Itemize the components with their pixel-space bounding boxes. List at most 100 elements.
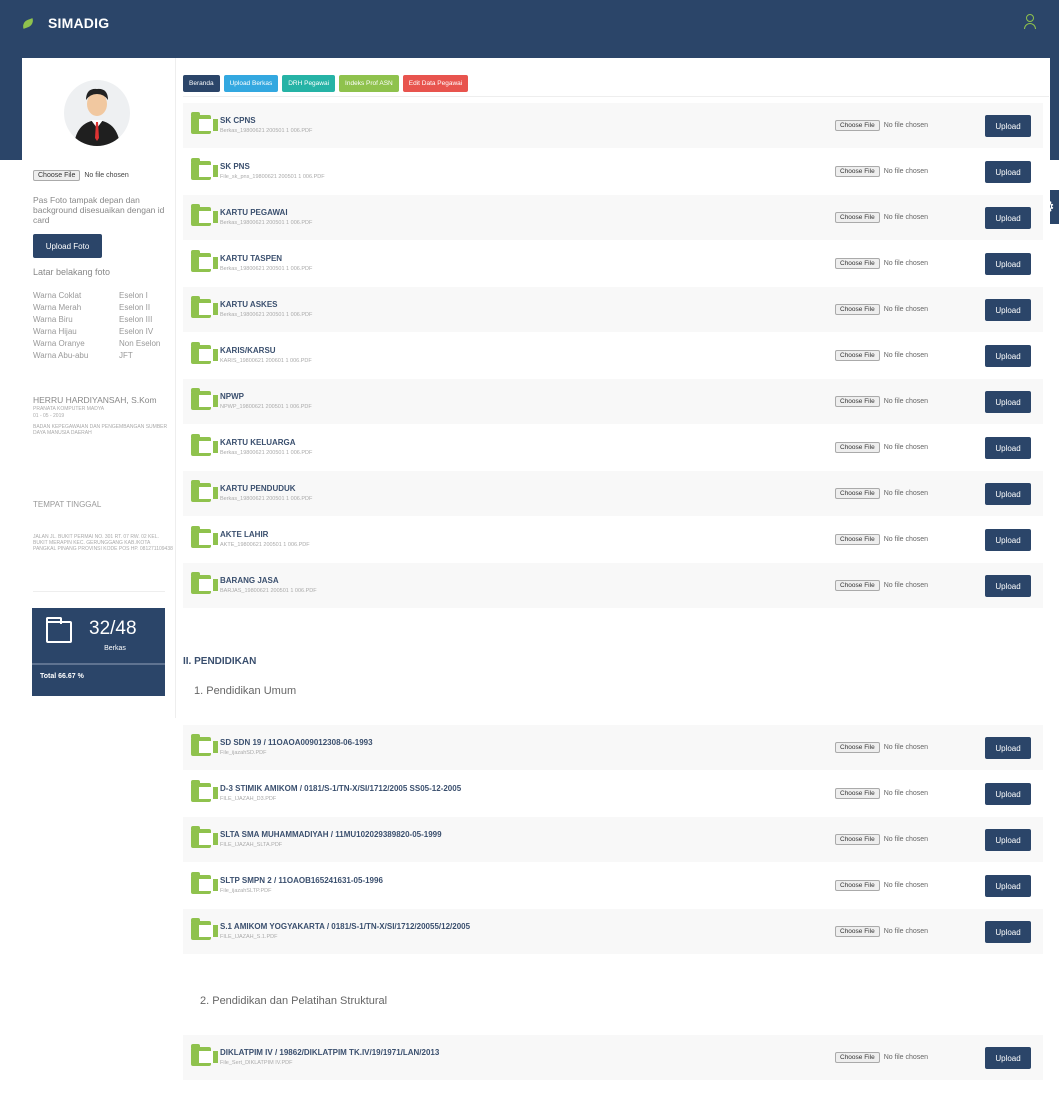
choose-file-button[interactable]: Choose File xyxy=(835,304,880,315)
choose-file-button[interactable]: Choose File xyxy=(835,488,880,499)
file-input[interactable]: Choose File No file chosen xyxy=(835,534,928,545)
education-file: FILE_IJAZAH_D3.PDF xyxy=(220,796,277,802)
choose-file-button[interactable]: Choose File xyxy=(835,350,880,361)
folder-icon xyxy=(191,918,218,940)
tab-drh-pegawai[interactable]: DRH Pegawai xyxy=(282,75,336,92)
folder-icon xyxy=(191,388,218,410)
file-input[interactable]: Choose File No file chosen xyxy=(835,212,928,223)
file-input[interactable]: Choose File No file chosen xyxy=(835,580,928,591)
file-status: No file chosen xyxy=(883,260,929,267)
upload-button[interactable]: Upload xyxy=(985,483,1031,505)
education-row: SD SDN 19 / 11OAOA009012308-06-1993 File… xyxy=(183,725,1043,771)
choose-file-button[interactable]: Choose File xyxy=(33,170,81,181)
tab-edit-data-pegawai[interactable]: Edit Data Pegawai xyxy=(402,75,469,92)
file-input[interactable]: Choose File No file chosen xyxy=(835,442,928,453)
file-status: No file chosen xyxy=(883,398,929,405)
education-title: S.1 AMIKOM YOGYAKARTA / 0181/S-1/TN-X/SI… xyxy=(220,922,471,931)
upload-button[interactable]: Upload xyxy=(985,875,1031,897)
upload-button[interactable]: Upload xyxy=(985,345,1031,367)
education-row: S.1 AMIKOM YOGYAKARTA / 0181/S-1/TN-X/SI… xyxy=(183,909,1043,955)
file-input[interactable]: Choose File No file chosen xyxy=(835,120,928,131)
choose-file-button[interactable]: Choose File xyxy=(835,788,880,799)
file-input[interactable]: Choose File No file chosen xyxy=(835,396,928,407)
photo-file-input[interactable]: Choose File No file chosen xyxy=(33,170,129,181)
upload-button[interactable]: Upload xyxy=(985,921,1031,943)
upload-button[interactable]: Upload xyxy=(985,207,1031,229)
upload-photo-button[interactable]: Upload Foto xyxy=(33,234,102,258)
education-file: File_ijazahSLTP.PDF xyxy=(220,888,272,894)
file-input[interactable]: Choose File No file chosen xyxy=(835,258,928,269)
education-file: FILE_IJAZAH_S.1.PDF xyxy=(220,934,278,940)
tab-beranda[interactable]: Beranda xyxy=(183,75,220,92)
choose-file-button[interactable]: Choose File xyxy=(835,880,880,891)
file-status: No file chosen xyxy=(883,306,929,313)
file-input[interactable]: Choose File No file chosen xyxy=(835,1052,928,1063)
choose-file-button[interactable]: Choose File xyxy=(835,834,880,845)
file-stat-card: 32/48 Berkas Total 66.67 % xyxy=(32,608,165,696)
upload-button[interactable]: Upload xyxy=(985,575,1031,597)
choose-file-button[interactable]: Choose File xyxy=(835,442,880,453)
file-input[interactable]: Choose File No file chosen xyxy=(835,880,928,891)
document-title: AKTE LAHIR xyxy=(220,530,269,539)
upload-button[interactable]: Upload xyxy=(985,391,1031,413)
education-row: SLTA SMA MUHAMMADIYAH / 11MU102029389820… xyxy=(183,817,1043,863)
file-input[interactable]: Choose File No file chosen xyxy=(835,742,928,753)
choose-file-button[interactable]: Choose File xyxy=(835,926,880,937)
file-status: No file chosen xyxy=(883,744,929,751)
upload-button[interactable]: Upload xyxy=(985,253,1031,275)
choose-file-button[interactable]: Choose File xyxy=(835,258,880,269)
file-input[interactable]: Choose File No file chosen xyxy=(835,166,928,177)
choose-file-button[interactable]: Choose File xyxy=(835,166,880,177)
file-status: No file chosen xyxy=(84,172,129,179)
total-percentage: Total 66.67 % xyxy=(40,673,84,680)
document-title: KARIS/KARSU xyxy=(220,346,276,355)
upload-button[interactable]: Upload xyxy=(985,161,1031,183)
content-card: Choose File No file chosen Pas Foto tamp… xyxy=(22,58,1050,1104)
user-icon[interactable] xyxy=(1023,14,1037,30)
file-input[interactable]: Choose File No file chosen xyxy=(835,788,928,799)
choose-file-button[interactable]: Choose File xyxy=(835,396,880,407)
folder-icon xyxy=(191,780,218,802)
upload-button[interactable]: Upload xyxy=(985,437,1031,459)
file-status: No file chosen xyxy=(883,352,929,359)
file-input[interactable]: Choose File No file chosen xyxy=(835,304,928,315)
legend-row: Warna Oranye Non Eselon xyxy=(33,339,161,348)
file-status: No file chosen xyxy=(883,882,929,889)
choose-file-button[interactable]: Choose File xyxy=(835,120,880,131)
document-row: KARTU PEGAWAI Berkas_19800621 200501 1 0… xyxy=(183,195,1043,241)
file-input[interactable]: Choose File No file chosen xyxy=(835,350,928,361)
education-structural-list: DIKLATPIM IV / 19862/DIKLATPIM TK.IV/19/… xyxy=(183,1035,1043,1081)
choose-file-button[interactable]: Choose File xyxy=(835,742,880,753)
upload-button[interactable]: Upload xyxy=(985,1047,1031,1069)
legend-row: Warna Merah Eselon II xyxy=(33,303,151,312)
upload-button[interactable]: Upload xyxy=(985,783,1031,805)
choose-file-button[interactable]: Choose File xyxy=(835,1052,880,1063)
file-input[interactable]: Choose File No file chosen xyxy=(835,834,928,845)
file-input[interactable]: Choose File No file chosen xyxy=(835,488,928,499)
document-title: SK CPNS xyxy=(220,116,256,125)
upload-button[interactable]: Upload xyxy=(985,115,1031,137)
choose-file-button[interactable]: Choose File xyxy=(835,534,880,545)
document-title: KARTU ASKES xyxy=(220,300,278,309)
folder-icon xyxy=(191,572,218,594)
photo-note: Pas Foto tampak depan dan background dis… xyxy=(33,195,165,225)
upload-button[interactable]: Upload xyxy=(985,829,1031,851)
upload-button[interactable]: Upload xyxy=(985,299,1031,321)
choose-file-button[interactable]: Choose File xyxy=(835,212,880,223)
upload-button[interactable]: Upload xyxy=(985,737,1031,759)
folder-icon xyxy=(191,434,218,456)
tab-upload-berkas[interactable]: Upload Berkas xyxy=(223,75,279,92)
file-input[interactable]: Choose File No file chosen xyxy=(835,926,928,937)
folder-icon xyxy=(191,1044,218,1066)
upload-button[interactable]: Upload xyxy=(985,529,1031,551)
legend-row: Warna Coklat Eselon I xyxy=(33,291,148,300)
brand[interactable]: SIMADIG xyxy=(21,15,110,31)
document-file: Berkas_19800621 200501 1 006.PDF xyxy=(220,220,313,226)
leaf-icon xyxy=(21,17,35,29)
folder-icon xyxy=(191,526,218,548)
app-title: SIMADIG xyxy=(48,15,110,31)
choose-file-button[interactable]: Choose File xyxy=(835,580,880,591)
folder-icon xyxy=(191,250,218,272)
document-file: Berkas_19800621 200501 1 006.PDF xyxy=(220,128,313,134)
tab-indeks-prof-asn[interactable]: Indeks Prof ASN xyxy=(339,75,399,92)
